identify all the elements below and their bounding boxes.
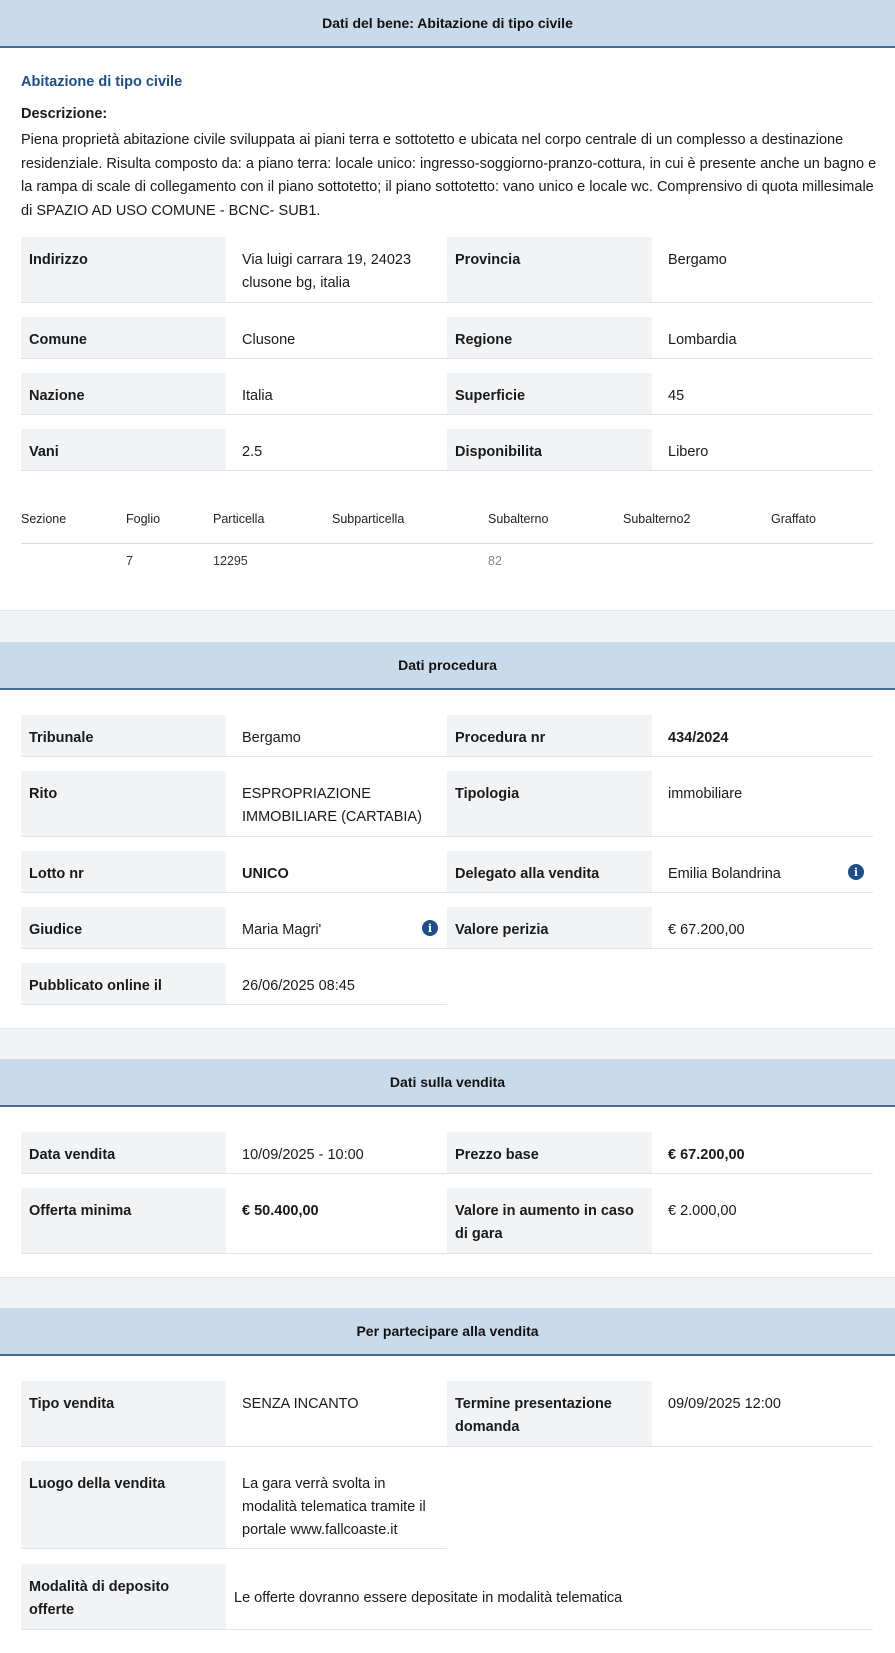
info-icon[interactable]: i	[848, 864, 864, 880]
rito-value: ESPROPRIAZIONE IMMOBILIARE (CARTABIA)	[226, 771, 447, 837]
luogo-label: Luogo della vendita	[21, 1461, 226, 1549]
catasto-foglio: 7	[126, 554, 133, 568]
aumento-value: € 2.000,00	[652, 1188, 873, 1254]
lotto-label: Lotto nr	[21, 851, 226, 893]
data-vendita-label: Data vendita	[21, 1132, 226, 1174]
pubblicato-value: 26/06/2025 08:45	[226, 963, 447, 1005]
data-vendita-value: 10/09/2025 - 10:00	[226, 1132, 447, 1174]
section-gap	[0, 1277, 895, 1308]
catasto-header-subalterno: Subalterno	[488, 512, 549, 526]
section-header-vendita: Dati sulla vendita	[0, 1059, 895, 1107]
procedura-value: 434/2024	[652, 715, 873, 757]
pubblicato-label: Pubblicato online il	[21, 963, 226, 1005]
offerta-minima-value: € 50.400,00	[226, 1188, 447, 1254]
catasto-subalterno: 82	[488, 554, 502, 568]
tribunale-label: Tribunale	[21, 715, 226, 757]
property-subtitle: Abitazione di tipo civile	[21, 74, 183, 90]
info-icon[interactable]: i	[422, 920, 438, 936]
luogo-value: La gara verrà svolta in modalità telemat…	[226, 1461, 447, 1549]
tipologia-value: immobiliare	[652, 771, 873, 837]
comune-label: Comune	[21, 317, 226, 359]
description-label: Descrizione:	[21, 106, 108, 122]
catasto-divider	[21, 543, 873, 544]
aumento-label: Valore in aumento in caso di gara	[447, 1188, 652, 1254]
superficie-label: Superficie	[447, 373, 652, 415]
prezzo-base-value: € 67.200,00	[652, 1132, 873, 1174]
perizia-label: Valore perizia	[447, 907, 652, 949]
section-header-bene: Dati del bene: Abitazione di tipo civile	[0, 0, 895, 48]
rito-label: Rito	[21, 771, 226, 837]
disponibilita-label: Disponibilita	[447, 429, 652, 471]
tipo-vendita-value: SENZA INCANTO	[226, 1381, 447, 1447]
regione-value: Lombardia	[652, 317, 873, 359]
perizia-value: € 67.200,00	[652, 907, 873, 949]
prezzo-base-label: Prezzo base	[447, 1132, 652, 1174]
catasto-header-subparticella: Subparticella	[332, 512, 405, 526]
giudice-label: Giudice	[21, 907, 226, 949]
comune-value: Clusone	[226, 317, 447, 359]
disponibilita-value: Libero	[652, 429, 873, 471]
section-gap	[0, 610, 895, 642]
lotto-value: UNICO	[226, 851, 447, 893]
section-header-procedura: Dati procedura	[0, 642, 895, 690]
catasto-header-sezione: Sezione	[21, 512, 67, 526]
provincia-value: Bergamo	[652, 237, 873, 303]
delegato-value: Emilia Bolandrina	[652, 851, 873, 893]
tipo-vendita-label: Tipo vendita	[21, 1381, 226, 1447]
tipologia-label: Tipologia	[447, 771, 652, 837]
deposito-label: Modalità di deposito offerte	[21, 1564, 226, 1630]
catasto-header-foglio: Foglio	[126, 512, 161, 526]
termine-label: Termine presentazione domanda	[447, 1381, 652, 1447]
nazione-label: Nazione	[21, 373, 226, 415]
description-text: Piena proprietà abitazione civile svilup…	[21, 132, 877, 219]
regione-label: Regione	[447, 317, 652, 359]
giudice-value: Maria Magri'	[226, 907, 447, 949]
section-gap	[0, 1028, 895, 1059]
deposito-value: Le offerte dovranno essere depositate in…	[226, 1564, 873, 1630]
vani-label: Vani	[21, 429, 226, 471]
offerta-minima-label: Offerta minima	[21, 1188, 226, 1254]
termine-value: 09/09/2025 12:00	[652, 1381, 873, 1447]
indirizzo-label: Indirizzo	[21, 237, 226, 303]
section-header-partecipare: Per partecipare alla vendita	[0, 1308, 895, 1356]
provincia-label: Provincia	[447, 237, 652, 303]
vani-value: 2.5	[226, 429, 447, 471]
tribunale-value: Bergamo	[226, 715, 447, 757]
indirizzo-value: Via luigi carrara 19, 24023 clusone bg, …	[226, 237, 447, 303]
catasto-header-graffato: Graffato	[771, 512, 816, 526]
catasto-header-particella: Particella	[213, 512, 265, 526]
delegato-label: Delegato alla vendita	[447, 851, 652, 893]
procedura-label: Procedura nr	[447, 715, 652, 757]
catasto-header-subalterno2: Subalterno2	[623, 512, 691, 526]
superficie-value: 45	[652, 373, 873, 415]
nazione-value: Italia	[226, 373, 447, 415]
catasto-particella: 12295	[213, 554, 248, 568]
